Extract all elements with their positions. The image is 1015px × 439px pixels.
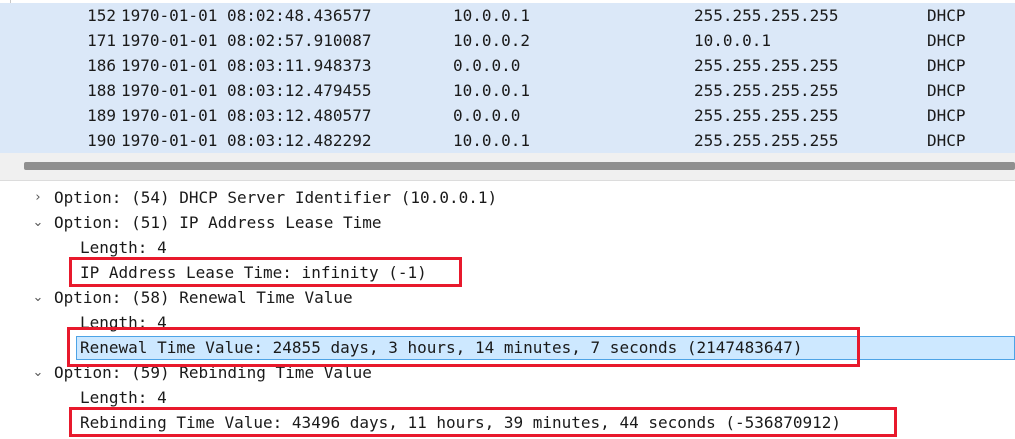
packet-time: 1970-01-01 08:02:57.910087 xyxy=(121,31,372,50)
packet-row[interactable]: 188 1970-01-01 08:03:12.479455 10.0.0.1 … xyxy=(0,78,1015,103)
packet-time: 1970-01-01 08:03:12.480577 xyxy=(121,106,372,125)
packet-source: 0.0.0.0 xyxy=(453,56,521,75)
tree-item-label: Option: (58) Renewal Time Value xyxy=(54,288,353,307)
packet-source: 10.0.0.1 xyxy=(453,6,531,25)
packet-time: 1970-01-01 08:03:11.948373 xyxy=(121,56,372,75)
horizontal-scrollbar[interactable] xyxy=(24,162,1015,170)
packet-protocol: DHCP xyxy=(927,131,966,150)
packet-destination: 255.255.255.255 xyxy=(694,6,839,25)
packet-number: 152 xyxy=(87,6,116,25)
packet-destination: 255.255.255.255 xyxy=(694,56,839,75)
chevron-right-icon[interactable]: › xyxy=(31,185,45,210)
tree-item-option-59[interactable]: ⌄ Option: (59) Rebinding Time Value xyxy=(0,360,1015,385)
tree-item-label: Option: (51) IP Address Lease Time xyxy=(54,213,382,232)
field-length: Length: 4 xyxy=(80,388,167,407)
packet-time: 1970-01-01 08:02:48.436577 xyxy=(121,6,372,25)
tree-item-label: Option: (54) DHCP Server Identifier (10.… xyxy=(54,188,498,207)
packet-protocol: DHCP xyxy=(927,106,966,125)
packet-row[interactable]: 186 1970-01-01 08:03:11.948373 0.0.0.0 2… xyxy=(0,53,1015,78)
field-lease-time: IP Address Lease Time: infinity (-1) xyxy=(80,263,427,282)
tree-item-rebinding-time[interactable]: Rebinding Time Value: 43496 days, 11 hou… xyxy=(0,410,1015,435)
packet-source: 0.0.0.0 xyxy=(453,106,521,125)
tree-item-option-58[interactable]: ⌄ Option: (58) Renewal Time Value xyxy=(0,285,1015,310)
packet-list: 152 1970-01-01 08:02:48.436577 10.0.0.1 … xyxy=(0,0,1015,153)
packet-time: 1970-01-01 08:03:12.479455 xyxy=(121,81,372,100)
field-length: Length: 4 xyxy=(80,238,167,257)
field-length: Length: 4 xyxy=(80,313,167,332)
field-rebinding-time: Rebinding Time Value: 43496 days, 11 hou… xyxy=(80,413,841,432)
pane-splitter[interactable] xyxy=(0,153,1015,181)
packet-destination: 255.255.255.255 xyxy=(694,81,839,100)
packet-source: 10.0.0.2 xyxy=(453,31,531,50)
packet-protocol: DHCP xyxy=(927,31,966,50)
packet-number: 189 xyxy=(87,106,116,125)
tree-item-length[interactable]: Length: 4 xyxy=(0,235,1015,260)
tree-item-length[interactable]: Length: 4 xyxy=(0,310,1015,335)
packet-details-tree: › Option: (54) DHCP Server Identifier (1… xyxy=(0,181,1015,439)
packet-row[interactable]: 189 1970-01-01 08:03:12.480577 0.0.0.0 2… xyxy=(0,103,1015,128)
packet-destination: 10.0.0.1 xyxy=(694,31,772,50)
packet-protocol: DHCP xyxy=(927,56,966,75)
packet-source: 10.0.0.1 xyxy=(453,81,531,100)
packet-destination: 255.255.255.255 xyxy=(694,106,839,125)
tree-item-lease-time[interactable]: IP Address Lease Time: infinity (-1) xyxy=(0,260,1015,285)
packet-row[interactable]: 152 1970-01-01 08:02:48.436577 10.0.0.1 … xyxy=(0,3,1015,28)
tree-item-option-51[interactable]: ⌄ Option: (51) IP Address Lease Time xyxy=(0,210,1015,235)
packet-time: 1970-01-01 08:03:12.482292 xyxy=(121,131,372,150)
packet-protocol: DHCP xyxy=(927,81,966,100)
tree-item-option-54[interactable]: › Option: (54) DHCP Server Identifier (1… xyxy=(0,185,1015,210)
packet-destination: 255.255.255.255 xyxy=(694,131,839,150)
chevron-down-icon[interactable]: ⌄ xyxy=(31,210,45,235)
packet-number: 186 xyxy=(87,56,116,75)
chevron-down-icon[interactable]: ⌄ xyxy=(31,285,45,310)
field-renewal-time: Renewal Time Value: 24855 days, 3 hours,… xyxy=(80,338,803,357)
packet-number: 188 xyxy=(87,81,116,100)
chevron-down-icon[interactable]: ⌄ xyxy=(31,360,45,385)
packet-number: 190 xyxy=(87,131,116,150)
tree-item-label: Option: (59) Rebinding Time Value xyxy=(54,363,372,382)
packet-row[interactable]: 190 1970-01-01 08:03:12.482292 10.0.0.1 … xyxy=(0,128,1015,153)
packet-number: 171 xyxy=(87,31,116,50)
packet-protocol: DHCP xyxy=(927,6,966,25)
tree-item-renewal-time[interactable]: Renewal Time Value: 24855 days, 3 hours,… xyxy=(0,335,1015,360)
packet-source: 10.0.0.1 xyxy=(453,131,531,150)
packet-row[interactable]: 171 1970-01-01 08:02:57.910087 10.0.0.2 … xyxy=(0,28,1015,53)
tree-item-length[interactable]: Length: 4 xyxy=(0,385,1015,410)
